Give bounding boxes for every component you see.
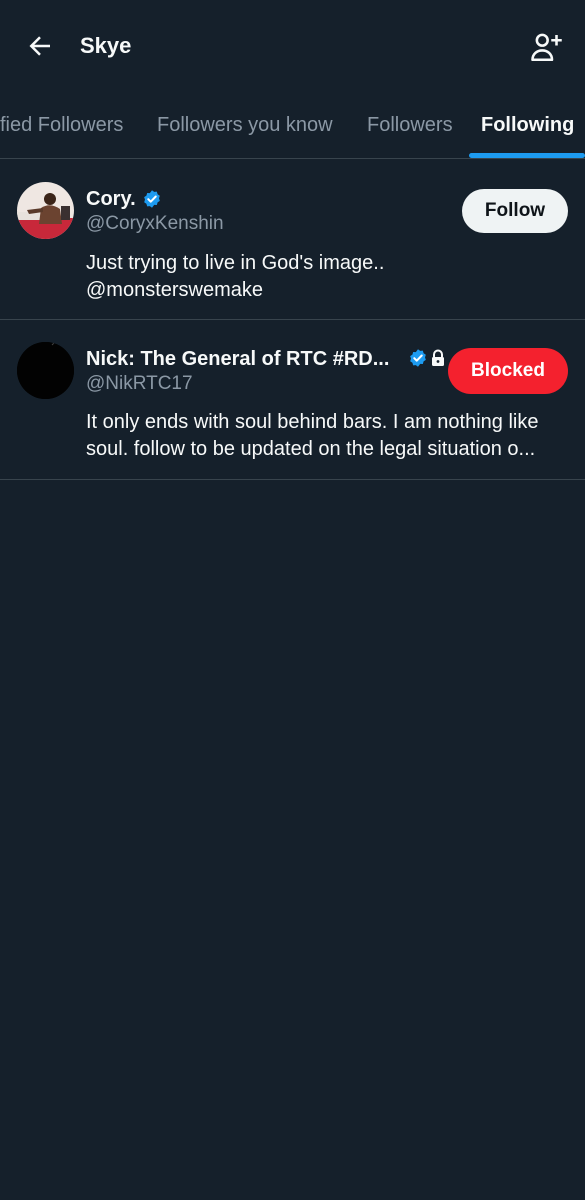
back-arrow-icon	[29, 36, 50, 56]
avatar-image	[17, 182, 74, 239]
tab-followers[interactable]: Followers	[367, 112, 453, 138]
blocked-button[interactable]: Blocked	[448, 348, 568, 394]
user-name: Nick: The General of RTC #RD...	[86, 348, 390, 370]
avatar-image	[17, 342, 74, 399]
user-name-line: Nick: The General of RTC #RD...	[86, 346, 389, 372]
tab-verified-followers[interactable]: fied Followers	[0, 112, 123, 138]
verified-badge-icon	[410, 349, 426, 367]
user-name: Cory.	[86, 188, 136, 210]
user-name-line: Cory.	[86, 186, 162, 212]
avatar[interactable]	[17, 342, 74, 399]
tab-following[interactable]: Following	[481, 112, 574, 138]
bio-line: Just trying to live in God's image..	[86, 252, 385, 274]
bio-mention-link[interactable]: @monsterswemake	[86, 277, 566, 304]
avatar[interactable]	[17, 182, 74, 239]
follow-button[interactable]: Follow	[462, 189, 568, 233]
back-button[interactable]	[22, 28, 58, 64]
user-handle: @CoryxKenshin	[86, 213, 224, 234]
bio-line: soul. follow to be updated on the legal …	[86, 438, 536, 460]
page-title: Skye	[80, 33, 132, 58]
tab-followers-you-know[interactable]: Followers you know	[157, 112, 333, 138]
top-bar: Skye	[0, 0, 585, 92]
lock-icon	[432, 349, 444, 366]
bio-line: It only ends with soul behind bars. I am…	[86, 411, 539, 433]
user-bio: It only ends with soul behind bars. I am…	[86, 409, 566, 463]
user-bio: Just trying to live in God's image.. @mo…	[86, 250, 566, 304]
user-row[interactable]: Nick: The General of RTC #RD... @NikRTC1…	[0, 320, 585, 480]
active-tab-indicator	[469, 153, 585, 158]
add-user-icon	[531, 33, 562, 62]
user-row[interactable]: Cory. @CoryxKenshin Just trying to live …	[0, 159, 585, 320]
add-user-button[interactable]	[526, 27, 566, 67]
tab-bar: fied Followers Followers you know Follow…	[0, 92, 585, 159]
user-handle: @NikRTC17	[86, 373, 193, 394]
verified-badge-icon	[143, 190, 160, 208]
